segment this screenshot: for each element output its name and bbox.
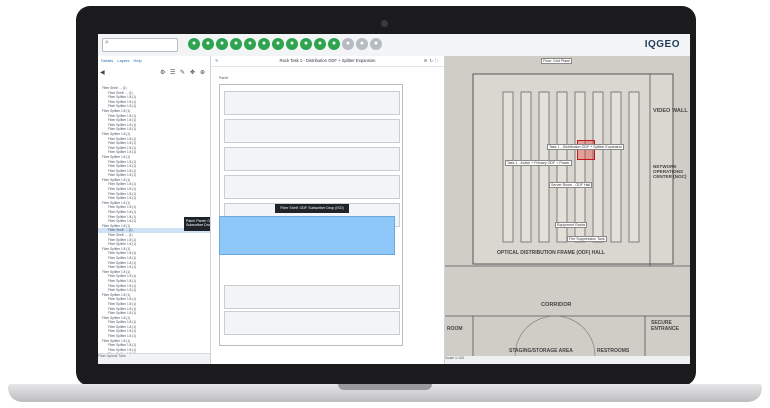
tab-details[interactable]: Details xyxy=(101,58,113,63)
tool-12-icon[interactable]: ● xyxy=(342,38,354,50)
tool-10-icon[interactable]: ● xyxy=(314,38,326,50)
tab-layers[interactable]: Layers xyxy=(117,58,129,63)
map-label-fire-tank: Fire Suppression Tank xyxy=(567,236,607,242)
tool-13-icon[interactable]: ● xyxy=(356,38,368,50)
map-label-server-room: Server Room - ODF Hall xyxy=(549,182,593,188)
rack-slot[interactable] xyxy=(224,175,400,199)
tree-toolbar: ◀ ⚙ ☰ ✎ ✥ ⊕ xyxy=(98,68,210,78)
laptop-base xyxy=(8,384,762,402)
back-icon[interactable]: ◀ xyxy=(100,69,105,76)
panel-tabs: Details Layers Help xyxy=(98,56,210,68)
tool-8-icon[interactable]: ● xyxy=(286,38,298,50)
camera-icon xyxy=(381,20,388,27)
map-label-task1: Task 1 - Distribution ODF + Splitter Exp… xyxy=(547,144,625,150)
tool-5-icon[interactable]: ● xyxy=(244,38,256,50)
search-input[interactable]: ⌕ xyxy=(102,38,178,52)
selected-shelf[interactable] xyxy=(219,216,395,255)
floor-plan-map[interactable]: Floor: Grid Plane Task 1 - Distribution … xyxy=(445,56,690,364)
map-label-task1-active: Task 1 - Active + Primary ODF + Power xyxy=(505,160,572,166)
rack-actions-icon[interactable]: ⚙↻⛶ xyxy=(424,56,440,66)
map-text-restrooms: RESTROOMS xyxy=(597,348,630,354)
rack-slot[interactable] xyxy=(224,119,400,143)
settings-icon[interactable]: ⚙ xyxy=(160,69,165,76)
rack-slot[interactable] xyxy=(224,91,400,115)
map-text-room: ROOM xyxy=(447,326,463,332)
list-icon[interactable]: ☰ xyxy=(170,69,175,76)
tree-panel: Details Layers Help ◀ ⚙ ☰ ✎ ✥ ⊕ Fiber Sh… xyxy=(98,56,211,364)
map-footer: Scale 1:100 xyxy=(445,356,690,364)
map-scale: Scale 1:100 xyxy=(445,356,464,360)
search-icon: ⌕ xyxy=(105,39,109,46)
rack-slot[interactable] xyxy=(224,147,400,171)
tree-footer-label: Fiber Optical Tube xyxy=(98,354,126,358)
tool-2-icon[interactable]: ● xyxy=(202,38,214,50)
edit-icon[interactable]: ✎ xyxy=(180,69,185,76)
map-text-video-wall: VIDEO WALL xyxy=(653,108,688,114)
edit-rack-icon[interactable]: ✎ xyxy=(215,56,219,66)
zoom-icon[interactable]: ⊕ xyxy=(200,69,205,76)
floor-plan-drawing xyxy=(445,56,690,364)
tool-3-icon[interactable]: ● xyxy=(216,38,228,50)
tool-6-icon[interactable]: ● xyxy=(258,38,270,50)
rack-slot[interactable] xyxy=(224,311,400,335)
panel-label: Panel xyxy=(219,76,229,80)
shelf-tooltip: Fiber Shelf: ODF Subscriber Drop (ISO) xyxy=(275,204,349,213)
rack-canvas[interactable] xyxy=(219,84,403,346)
tool-4-icon[interactable]: ● xyxy=(230,38,242,50)
top-toolbar: ⌕ ● ● ● ● ● ● ● ● ● ● ● ● ● ● IQGEO xyxy=(98,34,690,57)
rack-slot[interactable] xyxy=(224,285,400,309)
app-logo: IQGEO xyxy=(644,39,680,50)
rack-panel: ✎ Rack Task 1 - Distribution ODF + Split… xyxy=(211,56,445,364)
map-text-secure-entrance: SECURE ENTRANCE xyxy=(651,320,679,332)
map-text-corridor: CORRIDOR xyxy=(541,302,572,308)
tree-footer: Fiber Optical Tube xyxy=(98,353,210,364)
tool-9-icon[interactable]: ● xyxy=(300,38,312,50)
app-screen: ⌕ ● ● ● ● ● ● ● ● ● ● ● ● ● ● IQGEO Deta… xyxy=(98,34,690,364)
rack-title: Rack Task 1 - Distribution ODF + Splitte… xyxy=(279,58,376,63)
rack-header: ✎ Rack Task 1 - Distribution ODF + Split… xyxy=(211,56,444,67)
tool-1-icon[interactable]: ● xyxy=(188,38,200,50)
tool-11-icon[interactable]: ● xyxy=(328,38,340,50)
move-icon[interactable]: ✥ xyxy=(190,69,195,76)
tool-7-icon[interactable]: ● xyxy=(272,38,284,50)
floor-label: Floor: Grid Plane xyxy=(541,58,573,64)
selected-rack-marker[interactable] xyxy=(577,140,595,160)
map-text-staging: STAGING/STORAGE AREA xyxy=(509,348,573,354)
map-label-equipment-racks: Equipment Racks xyxy=(555,222,588,228)
map-text-odf-hall: OPTICAL DISTRIBUTION FRAME (ODF) HALL xyxy=(497,250,605,256)
map-text-noc: NETWORK OPERATIONS CENTER (NOC) xyxy=(653,164,687,179)
tool-14-icon[interactable]: ● xyxy=(370,38,382,50)
tab-help[interactable]: Help xyxy=(134,58,142,63)
tree-tooltip: Patch Panel: ODF Subscriber Drop (ODF) xyxy=(184,217,210,231)
laptop-notch xyxy=(338,384,432,390)
